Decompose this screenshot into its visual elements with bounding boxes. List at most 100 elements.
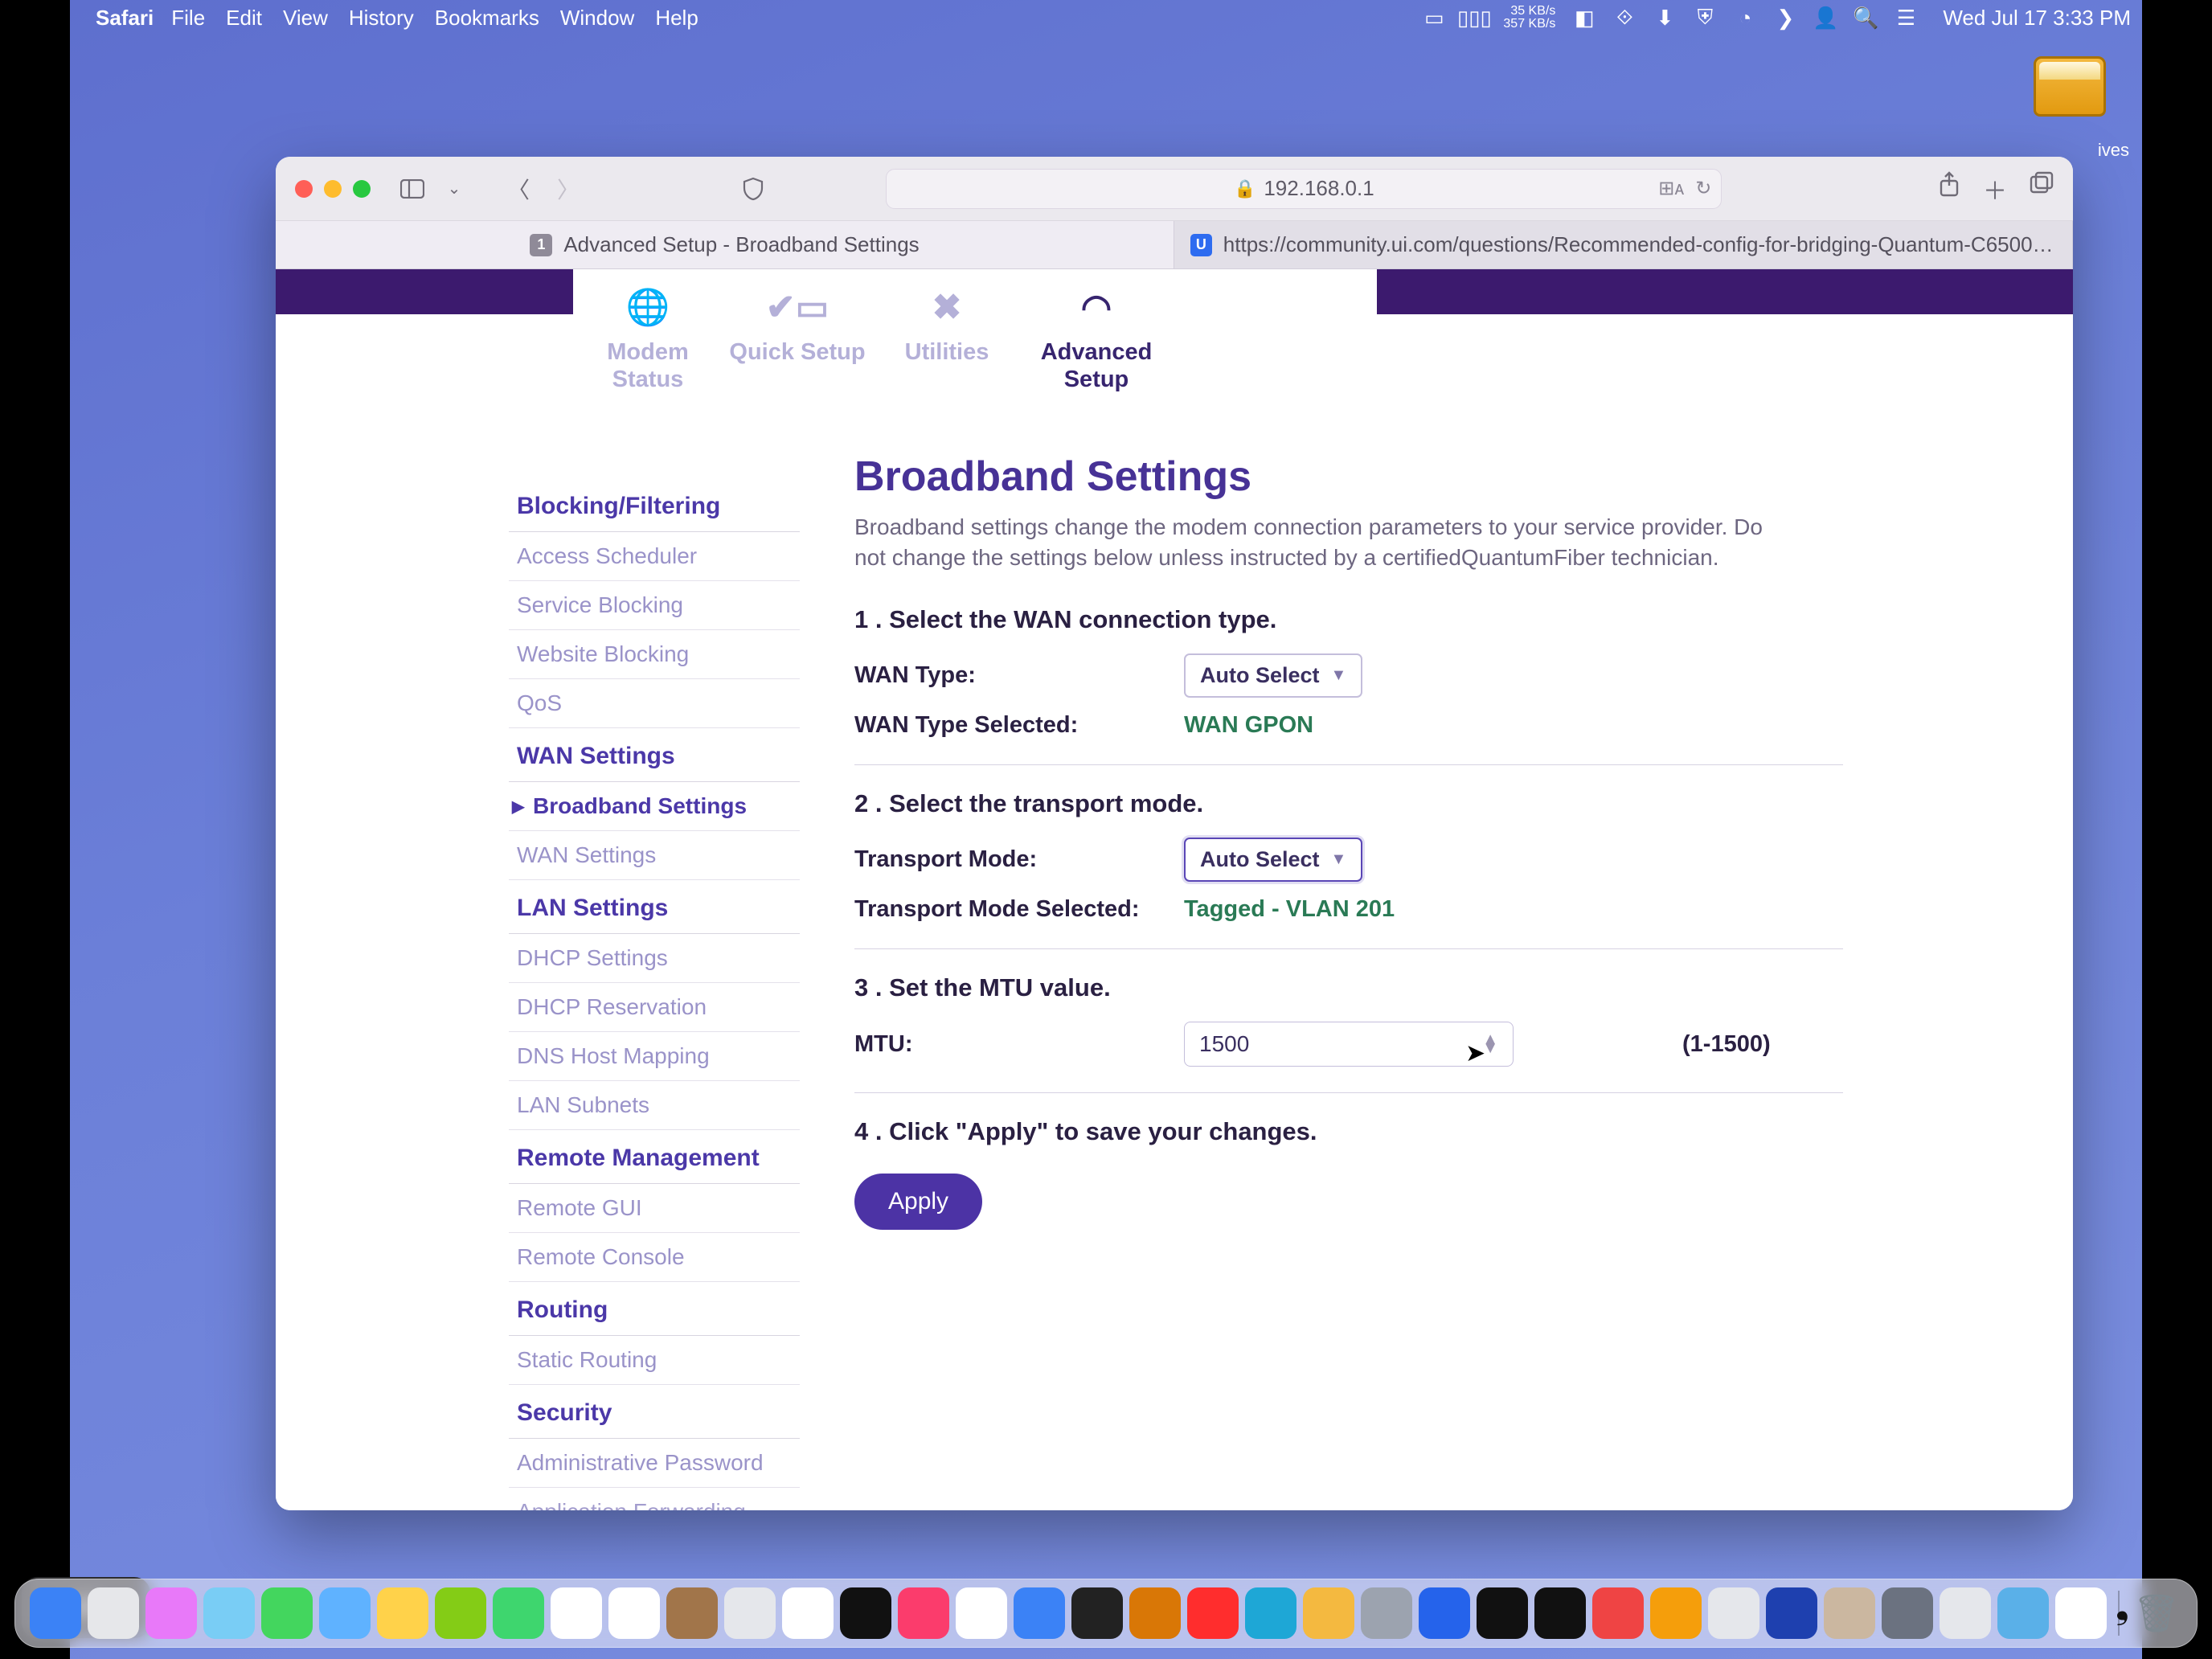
- tab-community[interactable]: U https://community.ui.com/questions/Rec…: [1174, 221, 2073, 268]
- sidebar-item-remote-console[interactable]: Remote Console: [509, 1233, 800, 1282]
- sidebar-item-website-blocking[interactable]: Website Blocking: [509, 630, 800, 679]
- dock-item[interactable]: [724, 1587, 776, 1639]
- sidebar-item-dhcp-settings[interactable]: DHCP Settings: [509, 934, 800, 983]
- translate-icon[interactable]: ⊞ᴀ: [1658, 177, 1684, 200]
- dock-item[interactable]: [1592, 1587, 1644, 1639]
- dock-item[interactable]: [88, 1587, 139, 1639]
- tab-group-dropdown[interactable]: ⌄: [444, 173, 464, 205]
- nav-advanced-setup[interactable]: ◠ Advanced Setup: [1022, 284, 1171, 393]
- menubar-icon[interactable]: ⟐: [1613, 6, 1636, 29]
- dock-item[interactable]: [2055, 1587, 2107, 1639]
- dock-item[interactable]: [1534, 1587, 1586, 1639]
- sidebar-head-blocking[interactable]: Blocking/Filtering: [509, 478, 800, 532]
- sidebar-item-lan-subnets[interactable]: LAN Subnets: [509, 1081, 800, 1130]
- dock-item[interactable]: [1071, 1587, 1123, 1639]
- sidebar-head-lan[interactable]: LAN Settings: [509, 880, 800, 934]
- forward-button[interactable]: 〉: [551, 173, 586, 205]
- nav-quick-setup[interactable]: ✔︎▭ Quick Setup: [723, 284, 872, 393]
- dock-item[interactable]: [1824, 1587, 1875, 1639]
- dock-item[interactable]: [1245, 1587, 1296, 1639]
- dock-item[interactable]: [261, 1587, 313, 1639]
- tab-router[interactable]: 1 Advanced Setup - Broadband Settings: [276, 221, 1174, 268]
- dock-item[interactable]: [840, 1587, 891, 1639]
- sidebar-item-application-forwarding[interactable]: Application Forwarding: [509, 1488, 800, 1510]
- quick-note-corner[interactable]: ❟: [2116, 1587, 2129, 1627]
- zoom-button[interactable]: [353, 180, 371, 198]
- new-tab-button[interactable]: ＋: [1983, 171, 2007, 207]
- dock-item[interactable]: [956, 1587, 1007, 1639]
- nav-utilities[interactable]: ✖︎ Utilities: [872, 284, 1022, 393]
- wan-type-dropdown[interactable]: Auto Select ▼: [1184, 653, 1362, 698]
- sidebar-item-dhcp-reservation[interactable]: DHCP Reservation: [509, 983, 800, 1032]
- nav-modem-status[interactable]: 🌐 Modem Status: [573, 284, 723, 393]
- control-center-icon[interactable]: ☰: [1895, 6, 1917, 29]
- dock-item[interactable]: [1477, 1587, 1528, 1639]
- clock-icon[interactable]: ◔: [1734, 6, 1756, 29]
- download-icon[interactable]: ⬇: [1653, 6, 1676, 29]
- sidebar-head-remote[interactable]: Remote Management: [509, 1130, 800, 1184]
- dock-item[interactable]: [898, 1587, 949, 1639]
- dock-item[interactable]: [435, 1587, 486, 1639]
- dock-item[interactable]: [1708, 1587, 1759, 1639]
- reload-icon[interactable]: ↻: [1695, 177, 1711, 200]
- mtu-input[interactable]: 1500 ▲▼: [1184, 1022, 1514, 1067]
- desktop-drive[interactable]: ives: [2030, 56, 2110, 121]
- dock-item[interactable]: [1940, 1587, 1991, 1639]
- menu-help[interactable]: Help: [655, 6, 698, 31]
- menubar-clock[interactable]: Wed Jul 17 3:33 PM: [1943, 6, 2131, 31]
- user-icon[interactable]: 👤: [1814, 6, 1837, 29]
- dock-item[interactable]: [1014, 1587, 1065, 1639]
- menubar-icon[interactable]: ▯▯▯: [1463, 6, 1485, 29]
- sidebar-item-service-blocking[interactable]: Service Blocking: [509, 581, 800, 630]
- address-bar[interactable]: 🔒 192.168.0.1 ⊞ᴀ ↻: [886, 169, 1722, 209]
- dock-item[interactable]: [1129, 1587, 1181, 1639]
- menu-file[interactable]: File: [171, 6, 205, 31]
- dock-item[interactable]: [1650, 1587, 1702, 1639]
- dock-item[interactable]: [1361, 1587, 1412, 1639]
- dock-item[interactable]: [203, 1587, 255, 1639]
- sidebar-item-static-routing[interactable]: Static Routing: [509, 1336, 800, 1385]
- dock-item[interactable]: [1187, 1587, 1239, 1639]
- dock-item[interactable]: [1882, 1587, 1933, 1639]
- sidebar-item-qos[interactable]: QoS: [509, 679, 800, 728]
- apply-button[interactable]: Apply: [854, 1174, 982, 1230]
- transport-mode-dropdown[interactable]: Auto Select ▼: [1184, 838, 1362, 882]
- sidebar-item-admin-password[interactable]: Administrative Password: [509, 1439, 800, 1488]
- dock-item[interactable]: [782, 1587, 834, 1639]
- sidebar-item-access-scheduler[interactable]: Access Scheduler: [509, 532, 800, 581]
- dock-item[interactable]: [666, 1587, 718, 1639]
- dock-item[interactable]: [1303, 1587, 1354, 1639]
- dock-item[interactable]: [319, 1587, 371, 1639]
- dock-item[interactable]: [1997, 1587, 2049, 1639]
- menubar-icon[interactable]: ❯: [1774, 6, 1796, 29]
- dock-item[interactable]: [145, 1587, 197, 1639]
- share-icon[interactable]: [1938, 171, 1960, 207]
- dock-item[interactable]: [1419, 1587, 1470, 1639]
- stepper-icon[interactable]: ▲▼: [1482, 1035, 1498, 1053]
- trash-icon[interactable]: 🗑: [2131, 1587, 2182, 1639]
- menu-view[interactable]: View: [283, 6, 328, 31]
- spotlight-icon[interactable]: 🔍: [1854, 6, 1877, 29]
- tabs-overview-icon[interactable]: [2030, 171, 2054, 207]
- dock-item[interactable]: [551, 1587, 602, 1639]
- dock-item[interactable]: [608, 1587, 660, 1639]
- close-button[interactable]: [295, 180, 313, 198]
- menu-bookmarks[interactable]: Bookmarks: [435, 6, 539, 31]
- sidebar-head-routing[interactable]: Routing: [509, 1282, 800, 1336]
- menu-history[interactable]: History: [349, 6, 414, 31]
- menu-window[interactable]: Window: [560, 6, 634, 31]
- dock-item[interactable]: [493, 1587, 544, 1639]
- menubar-icon[interactable]: ▭: [1423, 6, 1445, 29]
- shield-icon[interactable]: [735, 173, 771, 205]
- menubar-icon[interactable]: ◧: [1573, 6, 1596, 29]
- dock-item[interactable]: [377, 1587, 428, 1639]
- minimize-button[interactable]: [324, 180, 342, 198]
- sidebar-item-remote-gui[interactable]: Remote GUI: [509, 1184, 800, 1233]
- app-name[interactable]: Safari: [96, 6, 154, 31]
- menubar-icon[interactable]: ⛨: [1694, 6, 1716, 29]
- sidebar-item-broadband-settings[interactable]: Broadband Settings: [509, 782, 800, 831]
- menu-edit[interactable]: Edit: [226, 6, 262, 31]
- dock-item[interactable]: [1766, 1587, 1817, 1639]
- sidebar-item-dns-host-mapping[interactable]: DNS Host Mapping: [509, 1032, 800, 1081]
- back-button[interactable]: 〈: [501, 173, 536, 205]
